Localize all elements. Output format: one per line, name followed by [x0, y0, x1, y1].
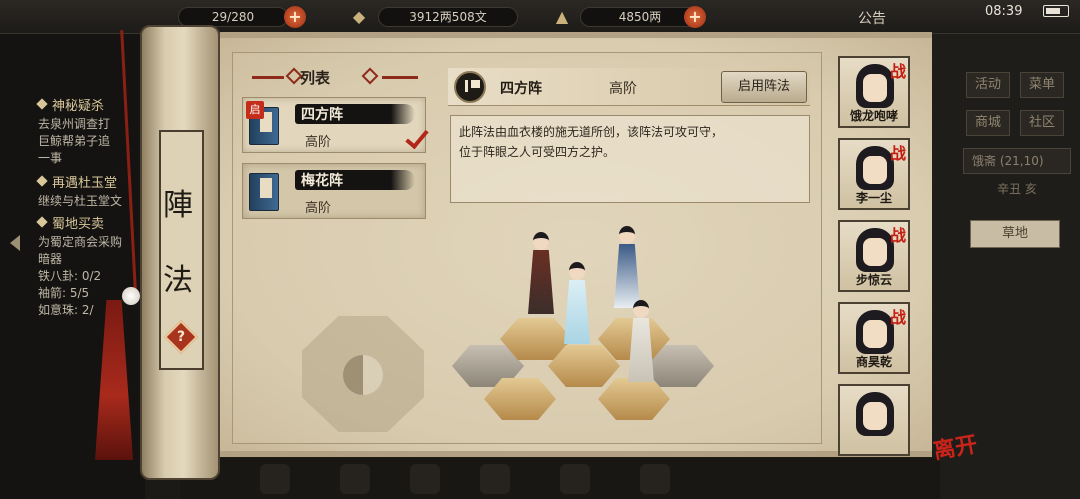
- scroll-title-char-1: 陣: [163, 188, 193, 223]
- battle-tag: 战: [890, 226, 907, 245]
- checkmark-icon: [405, 124, 429, 150]
- party-member-name: 商昊乾: [855, 355, 892, 369]
- quest-title[interactable]: 蜀地买卖: [52, 213, 104, 232]
- party-member-name: 步惊云: [855, 273, 892, 287]
- enabled-tag: 启: [246, 101, 264, 119]
- quest-title[interactable]: 神秘疑杀: [52, 95, 104, 114]
- formation-tier: 高阶: [305, 135, 332, 150]
- quest-detail-line: 暗器: [38, 252, 63, 266]
- nav-martial-icon[interactable]: [340, 464, 370, 494]
- nav-skill-icon[interactable]: [480, 464, 510, 494]
- detail-formation-name: 四方阵: [500, 81, 542, 97]
- quest-detail-line: 铁八卦: 0/2: [38, 269, 102, 283]
- battle-tag: 战: [890, 144, 907, 163]
- list-title: 列表: [300, 69, 331, 87]
- community-button[interactable]: 社区: [1020, 110, 1064, 136]
- collapse-arrow-icon[interactable]: [10, 235, 20, 251]
- formation-name: 梅花阵: [301, 173, 343, 189]
- gold-counter: 4850两: [580, 7, 700, 27]
- game-time: 辛丑 亥: [997, 182, 1037, 196]
- quest-detail-line: 巨鲸帮弟子追: [38, 134, 111, 148]
- nav-map-icon[interactable]: [640, 464, 670, 494]
- description-line: 位于阵眼之人可受四方之护。: [459, 145, 616, 159]
- header-rule-left: [252, 76, 284, 79]
- header-rule-right: [382, 76, 418, 79]
- formation-name: 四方阵: [301, 107, 343, 123]
- formation-item-meihua[interactable]: 梅花阵 高阶: [242, 163, 426, 219]
- money-counter: 3912两508文: [378, 7, 518, 27]
- menu-button[interactable]: 菜单: [1020, 72, 1064, 98]
- description-line: 此阵法由血衣楼的施无道所创，该阵法可攻可守，: [459, 125, 724, 139]
- tassel-bead: [122, 287, 140, 305]
- battery-icon: [1043, 5, 1069, 17]
- scroll-title-char-2: 法: [163, 263, 193, 298]
- quest-title[interactable]: 再遇杜玉堂: [52, 172, 117, 191]
- add-gold-button[interactable]: +: [684, 6, 706, 28]
- maiden-figure: [560, 262, 594, 352]
- quest-detail-line: 一事: [38, 151, 63, 165]
- nav-bag-icon[interactable]: [260, 464, 290, 494]
- yin-yang-icon: [343, 355, 383, 395]
- activate-formation-button[interactable]: 启用阵法: [721, 71, 807, 103]
- warrior-figure: [524, 232, 558, 322]
- terrain-label: 草地: [970, 220, 1060, 248]
- announcement-button[interactable]: 公告: [858, 8, 886, 28]
- manual-book-icon: [249, 173, 279, 211]
- quest-detail-line: 为蜀定商会采购: [38, 235, 123, 249]
- party-member-name: 饿龙咆哮: [849, 109, 898, 123]
- coin-icon: ◆: [352, 7, 366, 26]
- add-resource-1-button[interactable]: +: [284, 6, 306, 28]
- shop-button[interactable]: 商城: [966, 110, 1010, 136]
- bottom-nav-bar: [180, 458, 940, 499]
- battle-tag: 战: [890, 62, 907, 81]
- resource-counter-1: 29/280: [178, 7, 288, 27]
- detail-formation-tier: 高阶: [609, 81, 637, 97]
- white-robe-figure: [624, 300, 658, 390]
- nav-journal-icon[interactable]: [560, 464, 590, 494]
- party-member-portrait[interactable]: [838, 384, 910, 456]
- nav-formation-icon[interactable]: [410, 464, 440, 494]
- description-box: 此阵法由血衣楼的施无道所创，该阵法可攻可守， 位于阵眼之人可受四方之护。: [450, 115, 810, 203]
- quest-detail-line: 如意珠: 2/: [38, 303, 94, 317]
- quest-detail-line: 袖箭: 5/5: [38, 286, 90, 300]
- party-member-name: 李一尘: [855, 191, 892, 205]
- quest-detail-line: 继续与杜玉堂文: [38, 194, 123, 208]
- formation-item-sifang[interactable]: 启 四方阵 高阶: [242, 97, 429, 153]
- flag-icon: [454, 71, 486, 103]
- system-clock: 08:39: [985, 4, 1023, 19]
- battle-tag: 战: [890, 308, 907, 327]
- quest-detail-line: 去泉州调查打: [38, 117, 111, 131]
- location-readout: 饿斋 (21,10): [963, 148, 1071, 174]
- activity-button[interactable]: 活动: [966, 72, 1010, 98]
- formation-tier: 高阶: [305, 201, 332, 216]
- gold-ingot-icon: ▲: [555, 7, 569, 26]
